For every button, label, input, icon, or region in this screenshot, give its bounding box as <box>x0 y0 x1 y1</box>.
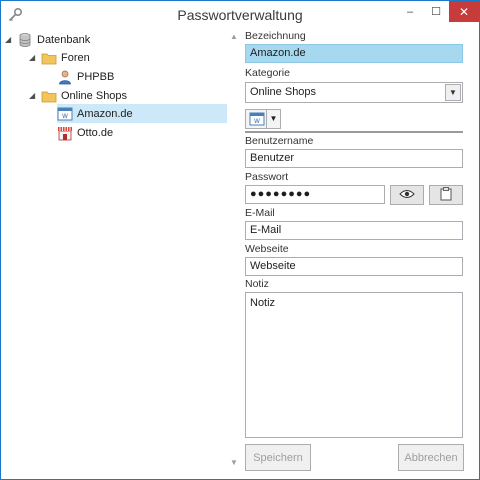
title-bar: Passwortverwaltung – ☐ ✕ <box>1 1 479 30</box>
chevron-down-icon[interactable]: ▼ <box>445 84 461 101</box>
svg-text:W: W <box>62 113 68 120</box>
tree-item-foren[interactable]: ◢ Foren <box>29 48 223 67</box>
show-password-button[interactable] <box>390 185 424 205</box>
chevron-down-icon[interactable]: ▼ <box>266 110 280 128</box>
tree-item-label: Foren <box>61 51 90 64</box>
save-button[interactable]: Speichern <box>245 444 311 471</box>
kategorie-label: Kategorie <box>245 67 290 79</box>
bezeichnung-label: Bezeichnung <box>245 30 306 42</box>
icon-picker[interactable]: W ▼ <box>245 109 281 129</box>
notiz-label: Notiz <box>245 278 269 290</box>
notiz-textarea[interactable]: Notiz <box>245 292 463 438</box>
bezeichnung-field[interactable]: Amazon.de <box>245 44 463 63</box>
minimize-button[interactable]: – <box>397 1 423 22</box>
svg-text:W: W <box>254 118 260 125</box>
tree-item-root[interactable]: ◢ Datenbank <box>5 30 223 49</box>
scroll-down-icon[interactable]: ▼ <box>228 458 240 468</box>
benutzername-field[interactable]: Benutzer <box>245 149 463 168</box>
tree-item-otto[interactable]: Otto.de <box>57 123 223 142</box>
category-tree[interactable]: ◢ Datenbank ◢ Foren PHPBB ◢ Online Shops… <box>1 30 227 479</box>
folder-icon <box>41 88 57 104</box>
tree-item-phpbb[interactable]: PHPBB <box>57 67 223 86</box>
separator <box>245 131 463 133</box>
shop-icon <box>57 125 73 141</box>
expand-arrow-icon[interactable]: ◢ <box>29 91 41 100</box>
webseite-label: Webseite <box>245 243 289 255</box>
copy-password-button[interactable] <box>429 185 463 205</box>
webseite-field[interactable]: Webseite <box>245 257 463 276</box>
user-icon <box>57 69 73 85</box>
passwort-field[interactable]: ●●●●●●●● <box>245 185 385 204</box>
tree-item-amazon[interactable]: W Amazon.de <box>57 104 227 123</box>
app-window: Passwortverwaltung – ☐ ✕ ◢ Datenbank ◢ F… <box>0 0 480 480</box>
web-window-icon: W <box>249 111 265 127</box>
passwort-label: Passwort <box>245 171 289 183</box>
tree-item-online-shops[interactable]: ◢ Online Shops <box>29 86 223 105</box>
kategorie-select[interactable]: Online Shops ▼ <box>245 82 463 103</box>
expand-arrow-icon[interactable]: ◢ <box>29 53 41 62</box>
kategorie-value: Online Shops <box>250 86 317 98</box>
tree-item-label: PHPBB <box>77 70 115 83</box>
scroll-up-icon[interactable]: ▲ <box>228 32 240 42</box>
entry-form: Bezeichnung Amazon.de Kategorie Online S… <box>241 30 479 479</box>
tree-item-label: Amazon.de <box>77 107 133 120</box>
panel-splitter[interactable] <box>227 30 241 479</box>
email-label: E-Mail <box>245 207 275 219</box>
eye-icon <box>399 189 415 202</box>
database-icon <box>17 32 33 48</box>
folder-icon <box>41 50 57 66</box>
close-button[interactable]: ✕ <box>449 1 479 22</box>
cancel-button[interactable]: Abbrechen <box>398 444 464 471</box>
web-window-icon: W <box>57 106 73 122</box>
benutzername-label: Benutzername <box>245 135 314 147</box>
maximize-button[interactable]: ☐ <box>423 1 449 22</box>
tree-item-label: Online Shops <box>61 89 128 102</box>
expand-arrow-icon[interactable]: ◢ <box>5 35 17 44</box>
clipboard-icon <box>440 186 452 204</box>
email-field[interactable]: E-Mail <box>245 221 463 240</box>
tree-item-label: Datenbank <box>37 33 91 46</box>
tree-item-label: Otto.de <box>77 126 114 139</box>
